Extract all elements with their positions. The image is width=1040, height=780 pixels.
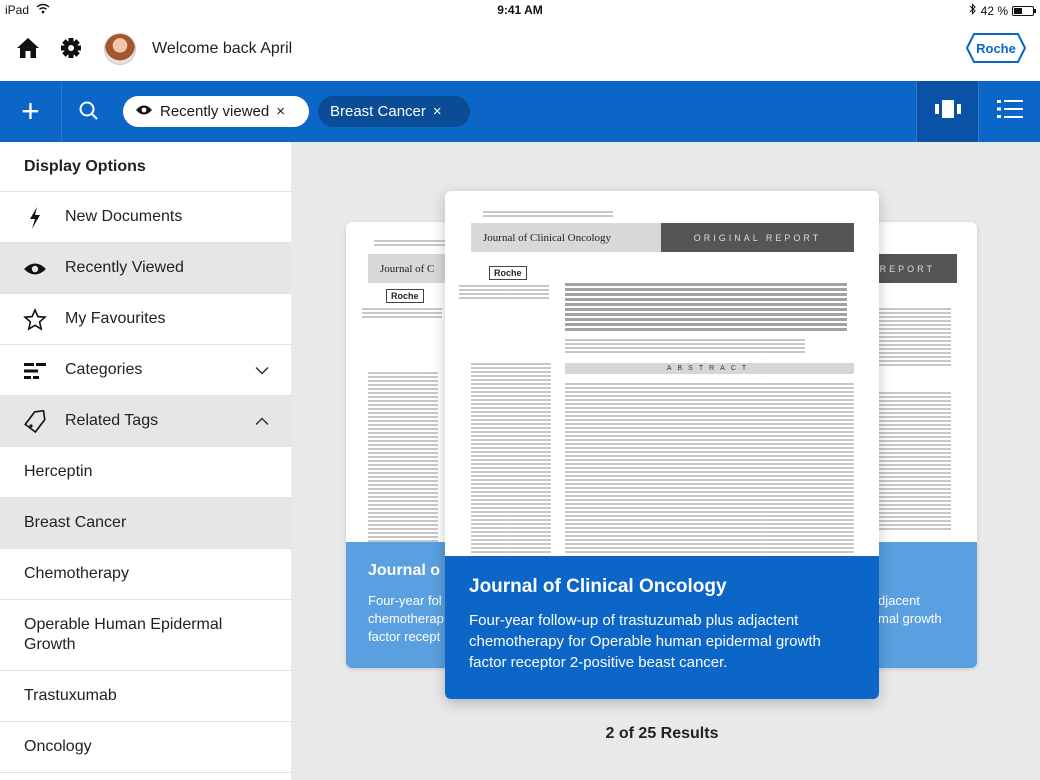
tag-label: Chemotherapy [24,565,129,582]
chip-label: Recently viewed [160,103,270,120]
card-footer: Journal of Clinical Oncology Four-year f… [445,556,879,699]
welcome-message: Welcome back April [152,40,293,57]
bluetooth-icon [969,3,977,18]
battery-icon [1012,5,1036,16]
chip-label: Breast Cancer [330,103,426,120]
app-header: Welcome back April Roche [0,20,1040,81]
report-label: ORIGINAL REPORT [661,223,854,252]
display-options-sidebar: Display Options New Documents Recently V… [0,142,291,780]
abstract-label: ABSTRACT [565,363,854,374]
sidebar-item-label: Related Tags [65,412,159,429]
home-icon[interactable] [16,37,40,64]
list-view-button[interactable] [978,81,1040,142]
tag-item-herceptin[interactable]: Herceptin [0,447,291,498]
document-carousel: Journal of C Roche Journal o Four-year f… [291,142,1040,780]
filter-chip-breast-cancer[interactable]: Breast Cancer × [318,96,470,127]
close-icon[interactable]: × [433,103,442,120]
chevron-down-icon[interactable] [255,362,269,380]
close-icon[interactable]: × [276,103,285,120]
sidebar-item-label: My Favourites [65,310,166,327]
filter-toolbar: + Recently viewed × Breast Cancer × [0,81,1040,142]
tag-label: Oncology [24,738,92,755]
battery-percent: 42 % [980,3,1008,18]
card-title: Journal of Clinical Oncology [469,576,727,597]
list-icon [996,99,1023,124]
document-card-current[interactable]: Journal of Clinical Oncology ORIGINAL RE… [445,191,879,699]
sidebar-item-my-favourites[interactable]: My Favourites [0,294,291,345]
roche-logo: Roche [386,289,424,303]
results-count: 2 of 25 Results [605,725,719,742]
card-description: Four-year follow-up of trastuzumab plus … [469,612,821,671]
sidebar-item-label: Recently Viewed [65,259,184,276]
search-icon[interactable] [78,100,100,127]
sidebar-title: Display Options [0,142,291,192]
roche-logo: Roche [965,32,1027,69]
chevron-up-icon[interactable] [255,413,269,431]
carousel-view-button[interactable] [916,81,978,142]
tag-item-trastuxumab[interactable]: Trastuxumab [0,671,291,722]
roche-logo: Roche [489,266,527,280]
sidebar-item-recently-viewed[interactable]: Recently Viewed [0,243,291,294]
tag-label: Trastuxumab [24,687,117,704]
gear-icon[interactable] [60,37,82,64]
card-description: djacent [878,593,920,608]
tag-label: Operable Human Epidermal Growth [24,616,223,653]
categories-icon [23,359,47,383]
plus-icon: + [21,93,40,129]
sidebar-item-label: Categories [65,361,143,378]
eye-icon [135,103,153,120]
status-bar: iPad 9:41 AM 42 % [0,0,1040,20]
avatar[interactable] [104,33,136,65]
filter-chip-recently-viewed[interactable]: Recently viewed × [123,96,309,127]
sidebar-item-label: New Documents [65,208,183,225]
add-button[interactable]: + [0,81,62,142]
sidebar-item-categories[interactable]: Categories [0,345,291,396]
journal-header: Journal of Clinical Oncology [471,223,661,252]
tag-label: Herceptin [24,463,93,480]
sidebar-item-new-documents[interactable]: New Documents [0,192,291,243]
tag-label: Breast Cancer [24,514,127,531]
sidebar-item-related-tags[interactable]: Related Tags [0,396,291,447]
tag-item-chemotherapy[interactable]: Chemotherapy [0,549,291,600]
bolt-icon [23,206,47,230]
card-description: mal growth [878,611,942,626]
carousel-icon [934,100,961,123]
tag-item-operable-human-epidermal-growth[interactable]: Operable Human Epidermal Growth [0,600,291,671]
tag-item-oncology[interactable]: Oncology [0,722,291,773]
tag-icon [23,410,47,434]
eye-icon [23,257,47,281]
tag-item-breast-cancer[interactable]: Breast Cancer [0,498,291,549]
clock: 9:41 AM [497,3,543,17]
logo-text: Roche [976,41,1016,56]
star-icon [23,308,47,332]
